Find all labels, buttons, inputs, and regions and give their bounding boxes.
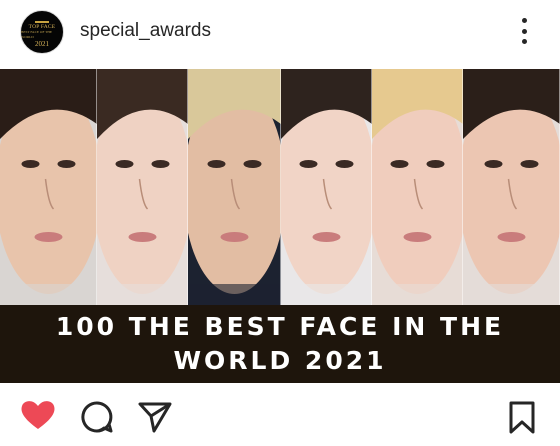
username-link[interactable]: special_awards [80,20,211,42]
post-banner: 100 THE BEST FACE IN THE WORLD 2021 [0,305,560,383]
photo-panel-4 [281,69,372,305]
avatar[interactable]: TOP FACE BEST FACE OF THE WORLD 2021 [20,10,64,54]
bookmark-icon[interactable] [508,401,536,435]
photo-panel-3 [188,69,281,305]
post-header: TOP FACE BEST FACE OF THE WORLD 2021 spe… [0,0,560,64]
photo-panel-1 [0,69,97,305]
photo-panel-2 [97,69,188,305]
crown-icon [35,17,49,23]
photo-panel-6 [463,69,560,305]
avatar-text-3: 2021 [35,39,49,48]
heart-filled-icon[interactable] [20,399,56,431]
photo-panel-5 [372,69,463,305]
action-bar [0,390,560,446]
avatar-text-2: BEST FACE OF THE WORLD [21,29,53,39]
send-icon[interactable] [138,401,172,433]
comment-icon[interactable] [80,400,114,434]
post-image[interactable]: 100 THE BEST FACE IN THE WORLD 2021 [0,69,560,383]
banner-text-line-1: 100 THE BEST FACE IN THE [55,312,505,341]
more-vertical-icon[interactable] [518,18,530,44]
banner-text-line-2: WORLD 2021 [173,346,387,375]
